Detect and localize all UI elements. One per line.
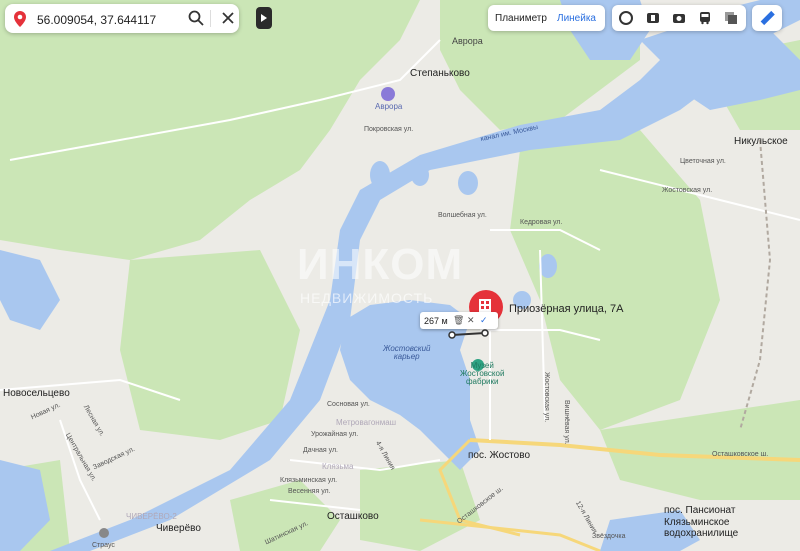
label-metrovagonmash: Метровагонмаш xyxy=(336,418,397,427)
label-klyazminskaya: Клязьминская ул. xyxy=(280,477,338,484)
trash-icon[interactable]: 🗑 xyxy=(453,315,464,326)
label-volshebnaya: Волшебная ул. xyxy=(438,212,487,219)
label-pokrovskaya: Покровская ул. xyxy=(364,126,414,133)
collapse-panel-button[interactable] xyxy=(256,7,272,29)
label-kedrovaya: Кедровая ул. xyxy=(520,219,563,226)
label-novoseltsevo: Новосельцево xyxy=(3,388,70,399)
label-aurora-poi[interactable]: Аврора xyxy=(375,103,402,111)
pond xyxy=(370,161,390,189)
label-aurora-top: Аврора xyxy=(452,36,483,46)
label-museum[interactable]: Музей Жостовской фабрики xyxy=(460,362,504,386)
label-quarry: Жостовский карьер xyxy=(383,344,431,361)
label-urozhaynaya: Урожайная ул. xyxy=(311,431,359,438)
building-icon xyxy=(479,299,491,313)
label-nikulskoe: Никульское xyxy=(734,136,788,147)
label-dachnaya: Дачная ул. xyxy=(303,447,338,454)
ruler-mode-button[interactable]: Линейка xyxy=(557,13,596,24)
label-zhostovskaya-v: Жостовская ул. xyxy=(543,372,550,423)
label-sosnovaya: Сосновая ул. xyxy=(327,401,370,408)
planimeter-button[interactable]: Планиметр xyxy=(495,13,547,24)
search-icon[interactable] xyxy=(188,10,204,26)
label-chiverevo: Чиверёво xyxy=(156,523,201,534)
poi-aurora-icon xyxy=(381,87,395,101)
label-ostashkovo: Осташково xyxy=(327,511,379,522)
photo-icon[interactable] xyxy=(671,10,687,26)
pond xyxy=(458,171,478,195)
close-icon[interactable]: ✕ xyxy=(467,315,475,326)
label-stepankovo: Степаньково xyxy=(410,68,470,79)
measure-panel: 267 м 🗑 ✕ ✓ xyxy=(420,312,498,329)
label-vishnevaya: Вишнёвая ул. xyxy=(563,400,570,445)
transport-icon[interactable] xyxy=(697,10,713,26)
map-toolbar xyxy=(612,5,746,31)
label-chiverevo2: ЧИВЕРЁВО-2 xyxy=(126,512,177,521)
coordinate-search-bar[interactable]: 56.009054, 37.644117 xyxy=(5,4,239,33)
label-tsvetochnaya: Цветочная ул. xyxy=(680,158,726,165)
watermark-brand: ИНКОМ xyxy=(297,240,464,289)
measure-mode-bar: Планиметр Линейка xyxy=(488,5,605,31)
measure-point-start xyxy=(448,331,456,339)
marker-address[interactable]: Приозёрная улица, 7А xyxy=(509,304,623,315)
label-vesennyaya: Весенняя ул. xyxy=(288,488,331,495)
pond xyxy=(411,164,429,186)
measure-distance: 267 м xyxy=(424,316,448,326)
label-zhostovskaya-ul: Жостовская ул. xyxy=(662,187,713,194)
forest-area xyxy=(120,250,300,440)
label-klyazma: Клязьма xyxy=(322,462,354,471)
ruler-icon xyxy=(760,10,775,26)
label-pos-zhostovo: пос. Жостово xyxy=(468,450,531,461)
search-input[interactable]: 56.009054, 37.644117 xyxy=(37,13,156,27)
label-straus[interactable]: Страус xyxy=(92,542,115,549)
clear-search-icon[interactable] xyxy=(221,11,235,25)
measure-point-end xyxy=(481,329,489,337)
ruler-tool-button[interactable] xyxy=(752,5,782,31)
check-icon[interactable]: ✓ xyxy=(480,315,488,326)
poi-straus-icon xyxy=(99,528,109,538)
traffic-icon[interactable] xyxy=(723,10,739,26)
divider xyxy=(210,10,211,27)
label-pansionat: пос. Пансионат Клязьминское водохранилищ… xyxy=(664,505,739,539)
play-icon xyxy=(261,14,267,22)
label-zvezdochka: Звёздочка xyxy=(592,533,626,540)
label-ostashkovskoe-sh2: Осташковское ш. xyxy=(712,451,769,458)
watermark-subtitle: НЕДВИЖИМОСТЬ xyxy=(300,290,434,306)
layers-icon[interactable] xyxy=(618,10,634,26)
panorama-icon[interactable] xyxy=(645,10,661,26)
location-pin-icon xyxy=(14,11,26,27)
